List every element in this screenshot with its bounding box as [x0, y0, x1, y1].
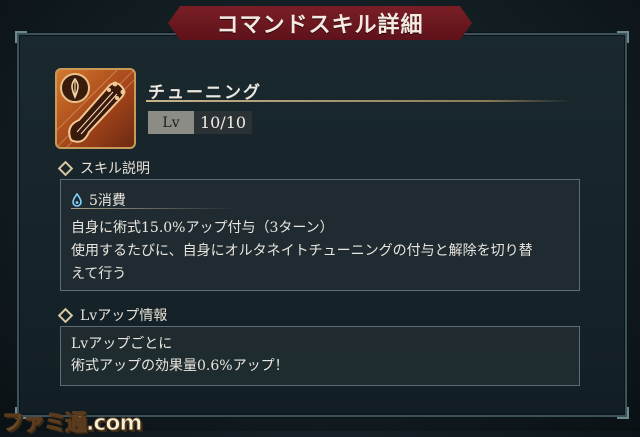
levelup-line: Lvアップごとに: [71, 336, 173, 352]
frame-corner: [15, 31, 27, 43]
section-title: Lvアップ情報: [80, 308, 168, 324]
window-title: コマンドスキル詳細: [216, 13, 424, 38]
title-banner: コマンドスキル詳細: [168, 6, 472, 40]
watermark-logo: ファミ通.com: [1, 411, 142, 437]
levelup-line: 術式アップの効果量0.6%アップ！: [71, 358, 289, 374]
divider: [71, 208, 239, 209]
level-label: Lv: [148, 111, 194, 134]
description-line: 自身に術式15.0%アップ付与（3ターン）: [71, 220, 334, 236]
description-line: えて行う: [71, 266, 127, 282]
levelup-info-panel: Lvアップごとに 術式アップの効果量0.6%アップ！: [60, 326, 580, 386]
divider: [146, 100, 572, 102]
description-text: 自身に術式15.0%アップ付与（3ターン） 使用するたびに、自身にオルタネイトチ…: [71, 217, 569, 286]
frame-corner: [617, 407, 629, 419]
guitar-icon: [55, 68, 136, 149]
levelup-info-heading: Lvアップ情報: [57, 305, 168, 325]
cost-row: 5消費: [71, 190, 126, 210]
diamond-bullet-icon: [57, 160, 74, 176]
section-title: スキル説明: [80, 161, 150, 177]
description-line: 使用するたびに、自身にオルタネイトチューニングの付与と解除を切り替: [71, 243, 533, 259]
diamond-bullet-icon: [57, 307, 74, 323]
levelup-text: Lvアップごとに 術式アップの効果量0.6%アップ！: [71, 333, 569, 377]
skill-type-badge-icon: [60, 73, 90, 103]
cost-text: 5消費: [89, 193, 126, 209]
mana-drop-icon: [72, 193, 82, 207]
frame-corner: [617, 31, 629, 43]
level-value: 10/10: [194, 111, 252, 134]
skill-description-heading: スキル説明: [57, 158, 150, 178]
skill-description-panel: 5消費 自身に術式15.0%アップ付与（3ターン） 使用するたびに、自身にオルタ…: [60, 179, 580, 291]
